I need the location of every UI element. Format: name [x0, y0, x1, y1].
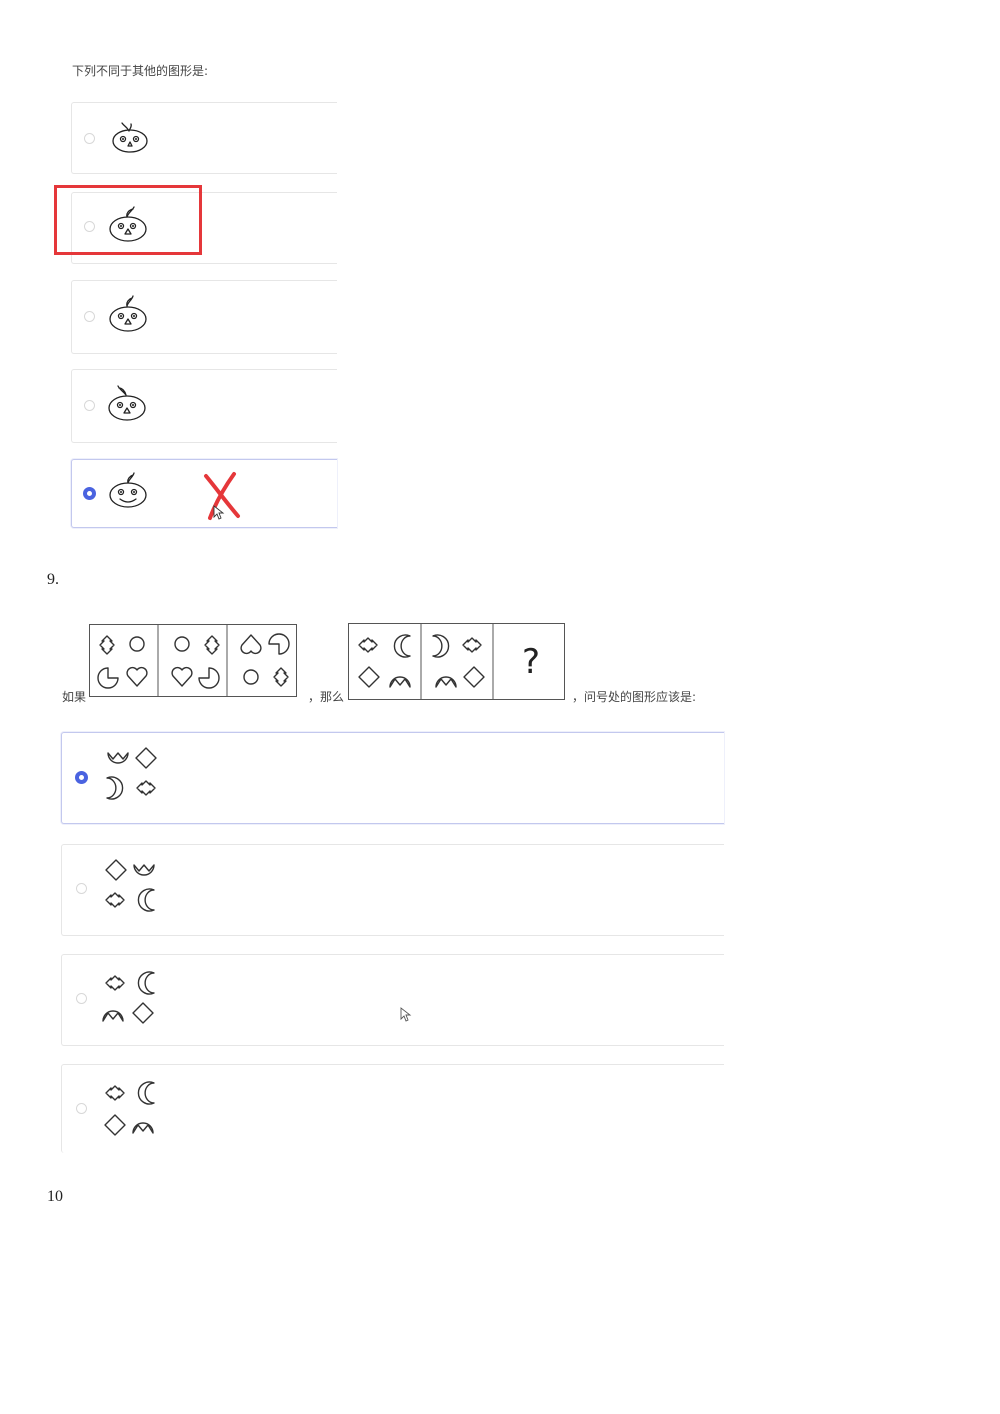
mouse-cursor-icon [400, 1007, 412, 1022]
question-9-suffix: ，问号处的图形应该是: [572, 690, 697, 704]
pumpkin-face-icon [108, 385, 146, 421]
q9-option-d[interactable] [61, 1064, 724, 1153]
question-9-mid: ，那么 [308, 690, 345, 704]
q9-option-d-figure [104, 1081, 155, 1136]
q9-option-b-figure [105, 859, 155, 912]
red-highlight-box [54, 185, 202, 255]
q8-option-e[interactable] [71, 459, 337, 528]
q8-option-c-radio[interactable] [84, 311, 95, 322]
q8-option-a-radio[interactable] [84, 133, 95, 144]
question-9-number: 9. [47, 571, 59, 588]
q9-option-b[interactable] [61, 844, 724, 936]
q9-option-c[interactable] [61, 954, 724, 1046]
q9-option-b-radio[interactable] [76, 883, 87, 894]
q8-option-d-radio[interactable] [84, 400, 95, 411]
target-figure-sequence: ? [348, 623, 565, 700]
q8-option-e-radio-selected[interactable] [83, 487, 96, 500]
q9-option-d-radio[interactable] [76, 1103, 87, 1114]
pumpkin-face-icon [112, 122, 148, 153]
question-mark: ? [522, 642, 540, 682]
question-8-prompt: 下列不同于其他的图形是: [72, 64, 209, 78]
q8-option-c[interactable] [71, 280, 337, 354]
question-9-prefix: 如果 [62, 690, 87, 704]
q9-option-a[interactable] [61, 732, 724, 824]
q9-option-a-radio-selected[interactable] [75, 771, 88, 784]
mouse-cursor-icon [213, 505, 225, 520]
q9-option-c-radio[interactable] [76, 993, 87, 1004]
given-figure-sequence [89, 624, 297, 697]
pumpkin-face-icon [109, 472, 147, 508]
q8-option-a[interactable] [71, 102, 337, 174]
pumpkin-face-icon [109, 295, 147, 332]
q9-option-c-figure [102, 971, 155, 1024]
question-10-number: 10 [47, 1188, 63, 1205]
q8-option-d[interactable] [71, 369, 337, 443]
q9-option-a-figure [106, 747, 157, 800]
